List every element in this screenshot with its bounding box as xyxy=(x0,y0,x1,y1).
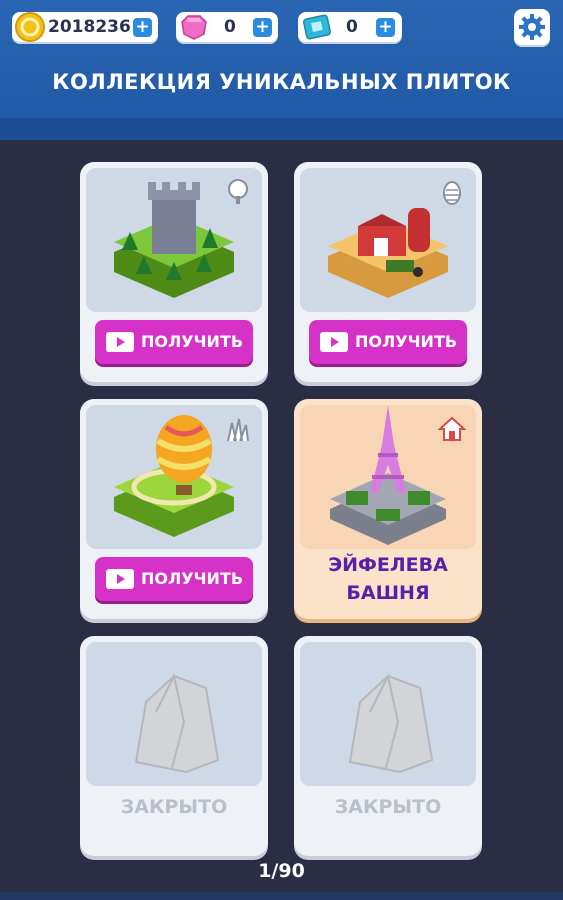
ticket-icon xyxy=(302,14,332,40)
tile-preview xyxy=(300,405,476,549)
get-button-label: ПОЛУЧИТЬ xyxy=(355,332,458,351)
settings-button[interactable] xyxy=(514,9,550,45)
tile-card-farm[interactable]: ПОЛУЧИТЬ xyxy=(294,162,482,382)
get-button-label: ПОЛУЧИТЬ xyxy=(141,332,244,351)
add-coins-button[interactable]: + xyxy=(133,18,152,37)
tile-card-locked[interactable]: ЗАКРЫТО xyxy=(294,636,482,856)
gear-icon xyxy=(519,14,545,40)
gems-value: 0 xyxy=(224,17,236,37)
tile-name-line2: БАШНЯ xyxy=(346,582,430,604)
coin-icon xyxy=(15,12,45,42)
add-gems-button[interactable]: + xyxy=(253,18,272,37)
covered-tile-image xyxy=(134,673,220,774)
pinecone-icon xyxy=(443,181,461,205)
tile-card-castle[interactable]: ПОЛУЧИТЬ xyxy=(80,162,268,382)
video-icon xyxy=(320,332,348,352)
page-indicator: 1/90 xyxy=(258,860,305,882)
tile-name-line1: ЭЙФЕЛЕВА xyxy=(328,554,448,576)
tickets-value: 0 xyxy=(346,17,358,37)
gem-icon xyxy=(181,15,207,40)
get-tile-button[interactable]: ПОЛУЧИТЬ xyxy=(309,320,467,364)
video-icon xyxy=(106,332,134,352)
tree-icon xyxy=(228,179,248,204)
grass-icon xyxy=(227,418,249,442)
tile-preview xyxy=(86,405,262,549)
house-icon xyxy=(438,416,466,441)
page-title: КОЛЛЕКЦИЯ УНИКАЛЬНЫХ ПЛИТОК xyxy=(52,70,511,94)
get-tile-button[interactable]: ПОЛУЧИТЬ xyxy=(95,320,253,364)
tile-preview xyxy=(86,642,262,786)
header-band xyxy=(0,118,563,140)
tickets-counter: 0 + xyxy=(298,12,402,42)
get-tile-button[interactable]: ПОЛУЧИТЬ xyxy=(95,557,253,601)
tile-preview xyxy=(300,168,476,312)
video-icon xyxy=(106,569,134,589)
tile-name: ЭЙФЕЛЕВА БАШНЯ xyxy=(294,551,482,607)
add-tickets-button[interactable]: + xyxy=(376,18,395,37)
bottom-bar xyxy=(0,892,563,900)
tile-preview xyxy=(86,168,262,312)
tile-card-locked[interactable]: ЗАКРЫТО xyxy=(80,636,268,856)
locked-label: ЗАКРЫТО xyxy=(120,796,228,818)
gems-counter: 0 + xyxy=(176,12,278,42)
covered-tile-image xyxy=(348,673,434,774)
get-button-label: ПОЛУЧИТЬ xyxy=(141,569,244,588)
tile-card-balloon[interactable]: ПОЛУЧИТЬ xyxy=(80,399,268,619)
tile-card-eiffel[interactable]: ЭЙФЕЛЕВА БАШНЯ xyxy=(294,399,482,619)
locked-label: ЗАКРЫТО xyxy=(334,796,442,818)
tile-preview xyxy=(300,642,476,786)
coins-counter: 2018236 + xyxy=(12,12,158,42)
coins-value: 2018236 xyxy=(48,17,131,37)
